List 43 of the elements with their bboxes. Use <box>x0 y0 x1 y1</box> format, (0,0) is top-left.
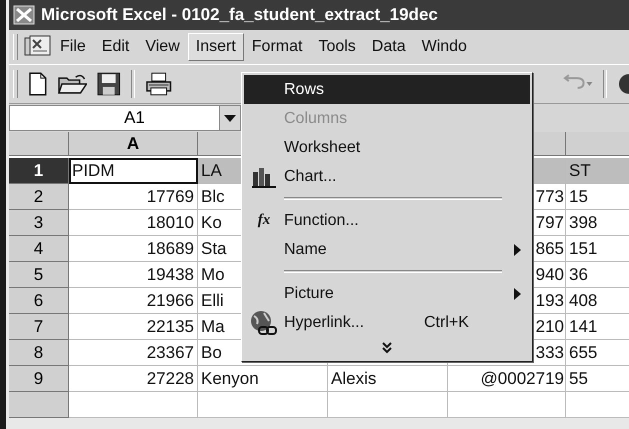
row-header[interactable]: 4 <box>9 236 69 262</box>
window-title: Microsoft Excel - 0102_fa_student_extract_19dec <box>41 5 438 25</box>
table-cell: 17769 <box>69 184 198 210</box>
table-cell: ST <box>566 158 629 184</box>
table-cell: 18010 <box>69 210 198 236</box>
row-header[interactable]: 5 <box>9 262 69 288</box>
menu-item[interactable]: Format <box>244 33 310 61</box>
function-icon: fx <box>258 212 270 229</box>
table-cell: 36 <box>566 262 629 288</box>
menu-item[interactable]: View <box>137 33 188 61</box>
table-cell: 398 <box>566 210 629 236</box>
menu-item[interactable]: File <box>52 33 94 61</box>
table-cell: 21966 <box>69 288 198 314</box>
column-header[interactable]: A <box>69 132 198 156</box>
table-cell: 27228 <box>69 366 198 392</box>
row-header[interactable]: 7 <box>9 314 69 340</box>
table-cell: 408 <box>566 288 629 314</box>
table-cell: @0002719 <box>448 366 566 392</box>
menu-item[interactable]: Tools <box>310 33 364 61</box>
table-cell: 23367 <box>69 340 198 366</box>
row-header[interactable]: 1 <box>9 158 69 184</box>
table-cell: Kenyon <box>198 366 328 392</box>
table-cell: 151 <box>566 236 629 262</box>
menu-option[interactable]: Rows <box>244 75 530 104</box>
row-header[interactable]: 6 <box>9 288 69 314</box>
table-cell: Alexis <box>328 366 448 392</box>
table-cell: 18689 <box>69 236 198 262</box>
table-cell: 19438 <box>69 262 198 288</box>
menu-item[interactable]: Insert <box>188 33 244 61</box>
table-cell: 141 <box>566 314 629 340</box>
table-cell: 55 <box>566 366 629 392</box>
row-header[interactable]: 3 <box>9 210 69 236</box>
name-box[interactable]: A1 <box>9 105 241 131</box>
table-cell: 655 <box>566 340 629 366</box>
row-header[interactable]: 8 <box>9 340 69 366</box>
menu-item[interactable]: Data <box>364 33 414 61</box>
row-header[interactable]: 9 <box>9 366 69 392</box>
table-cell: 22135 <box>69 314 198 340</box>
menu-item[interactable]: Edit <box>94 33 138 61</box>
row-header[interactable]: 2 <box>9 184 69 210</box>
table-cell: PIDM <box>69 158 198 184</box>
menu-item[interactable]: Windo <box>414 33 475 61</box>
table-cell: 15 <box>566 184 629 210</box>
